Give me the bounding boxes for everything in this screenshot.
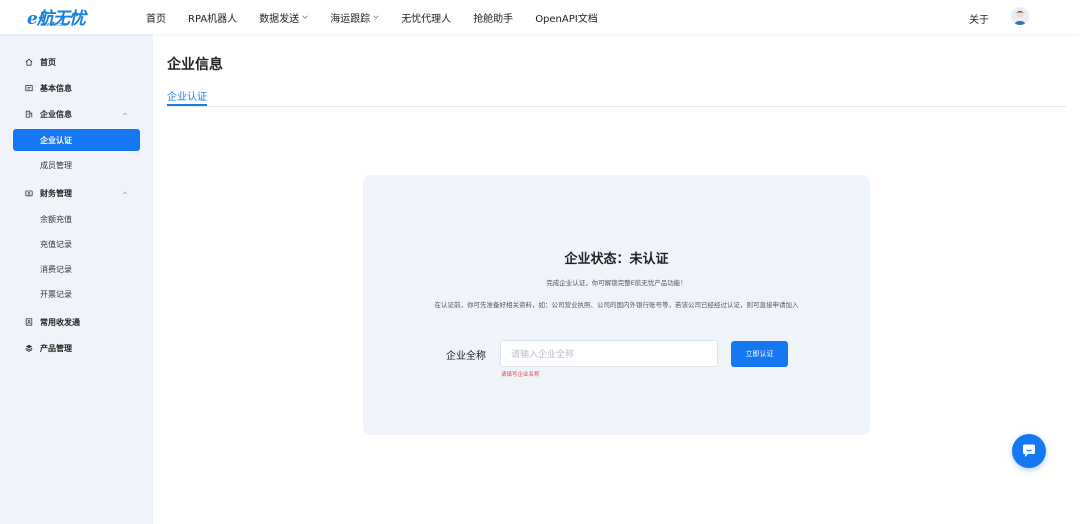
nav-item-label: RPA机器人 (188, 13, 238, 25)
certification-status: 企业状态：未认证 (564, 252, 669, 267)
top-navigation: e航无忧 ehw56.com 首页 RPA机器人 数据发送 海运跟踪 无忧代理人… (0, 0, 1080, 34)
chat-bubble-icon (1023, 444, 1035, 457)
certify-now-button[interactable]: 立即认证 (731, 341, 788, 367)
avatar[interactable] (1011, 7, 1029, 25)
sidebar-item-product-management[interactable]: 产品管理 (13, 337, 140, 359)
company-name-input[interactable] (500, 340, 718, 367)
nav-item-label: 抢舱助手 (473, 13, 514, 25)
chevron-up-icon (122, 112, 128, 116)
nav-item-ocean-tracking[interactable]: 海运跟踪 (330, 10, 379, 25)
layers-icon (25, 344, 33, 352)
logo-domain: ehw56.com (41, 22, 67, 28)
sidebar-item-label: 财务管理 (40, 188, 72, 198)
sidebar: 首页 基本信息 企业信息 企业认证 成员管理 财务管理 余额充值 充值记录 消费… (0, 34, 153, 524)
nav-item-home[interactable]: 首页 (146, 10, 166, 25)
certification-card: 企业状态：未认证 完成企业认证，你可解锁完整E航无忧产品功能！ 在认证前，你可先… (363, 175, 870, 435)
nav-item-label: 首页 (146, 13, 166, 25)
sidebar-item-home[interactable]: 首页 (13, 51, 140, 73)
tab-bar: 企业认证 (167, 88, 1066, 107)
chat-button[interactable] (1012, 434, 1046, 468)
sidebar-item-company-info[interactable]: 企业信息 (13, 103, 140, 125)
chevron-up-icon (122, 191, 128, 195)
sidebar-item-label: 产品管理 (40, 343, 72, 353)
sidebar-item-label: 企业信息 (40, 109, 72, 119)
sidebar-item-finance[interactable]: 财务管理 (13, 182, 140, 204)
contacts-icon (25, 318, 33, 326)
sidebar-item-label: 常用收发通 (40, 317, 80, 327)
sidebar-item-consumption-records[interactable]: 消费记录 (13, 258, 140, 280)
sidebar-item-recharge-records[interactable]: 充值记录 (13, 233, 140, 255)
sidebar-item-company-certification[interactable]: 企业认证 (13, 129, 140, 151)
about-link[interactable]: 关于 (969, 11, 989, 26)
brand-logo[interactable]: e航无忧 ehw56.com (27, 5, 87, 29)
nav-item-label: 海运跟踪 (330, 13, 371, 25)
sidebar-item-balance-recharge[interactable]: 余额充值 (13, 208, 140, 230)
nav-item-data-send[interactable]: 数据发送 (259, 10, 308, 25)
page-title: 企业信息 (167, 57, 223, 73)
chevron-down-icon (373, 15, 379, 19)
nav-item-label: 数据发送 (259, 13, 300, 25)
sidebar-item-label: 首页 (40, 57, 56, 67)
tab-company-certification[interactable]: 企业认证 (167, 88, 207, 106)
building-icon (25, 110, 33, 118)
sidebar-item-common-contacts[interactable]: 常用收发通 (13, 311, 140, 333)
sidebar-item-basic-info[interactable]: 基本信息 (13, 77, 140, 99)
nav-item-rpa-robot[interactable]: RPA机器人 (188, 10, 237, 25)
sidebar-item-member-management[interactable]: 成员管理 (13, 154, 140, 176)
nav-item-label: OpenAPI文档 (535, 13, 598, 25)
company-name-label: 企业全称 (446, 351, 486, 362)
certification-instructions-text: 在认证前，你可先准备好相关资料，如：公司营业执照、公司的国内外银行账号等，若该公… (434, 301, 799, 309)
certification-benefit-text: 完成企业认证，你可解锁完整E航无忧产品功能！ (546, 279, 687, 287)
id-card-icon (25, 85, 33, 92)
home-icon (25, 58, 33, 66)
nav-item-openapi-docs[interactable]: OpenAPI文档 (535, 10, 598, 25)
company-name-error: 请填写企业名称 (501, 372, 540, 378)
nav-item-agent[interactable]: 无忧代理人 (401, 10, 451, 25)
nav-item-booking-assistant[interactable]: 抢舱助手 (473, 10, 513, 25)
sidebar-item-invoice-records[interactable]: 开票记录 (13, 283, 140, 305)
sidebar-item-label: 基本信息 (40, 83, 72, 93)
wallet-icon (25, 190, 33, 197)
user-avatar-icon (1014, 10, 1026, 25)
chevron-down-icon (302, 15, 308, 19)
main-nav: 首页 RPA机器人 数据发送 海运跟踪 无忧代理人 抢舱助手 OpenAPI文档 (146, 0, 620, 34)
nav-item-label: 无忧代理人 (401, 13, 452, 25)
